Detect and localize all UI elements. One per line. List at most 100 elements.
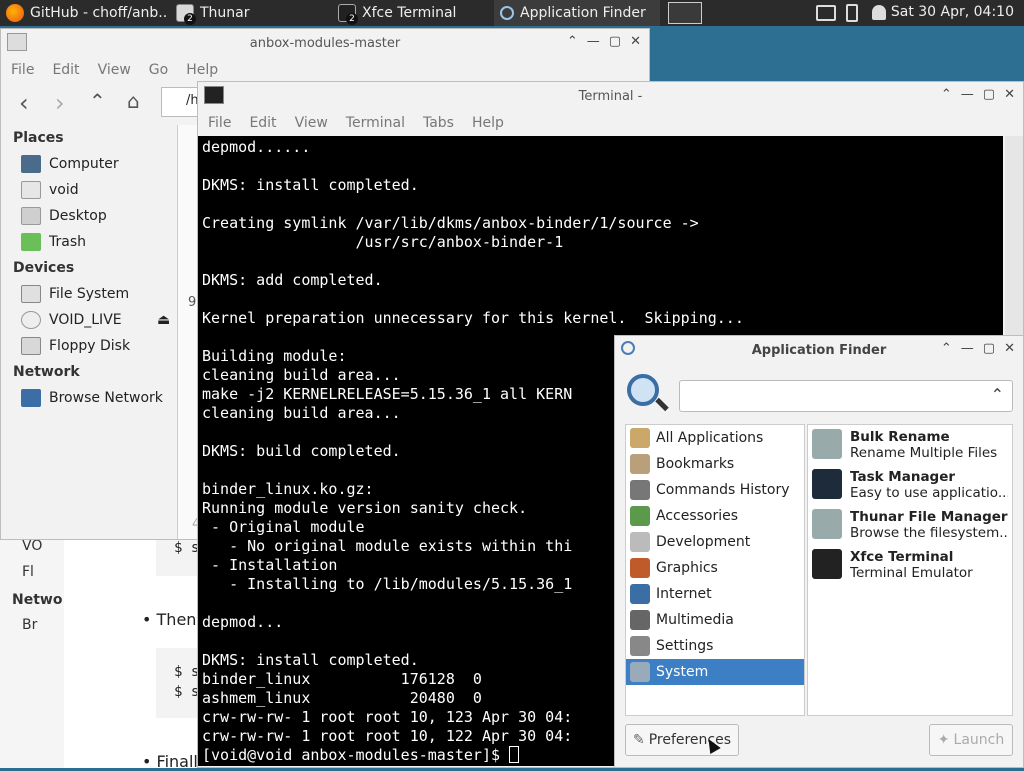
menu-file[interactable]: File [11, 62, 34, 78]
magnifier-icon [625, 372, 669, 416]
preferences-button[interactable]: ✎ Preferences [625, 724, 739, 756]
menu-go[interactable]: Go [149, 62, 168, 78]
sidebar-item-floppy[interactable]: Floppy Disk [1, 333, 177, 359]
category-item[interactable]: Commands History [626, 477, 804, 503]
sidebar-item-void-live[interactable]: VOID_LIVE ⏏ [1, 307, 177, 333]
floppy-icon [21, 337, 41, 355]
terminal-line: Creating symlink /var/lib/dkms/anbox-bin… [202, 214, 699, 232]
menu-help[interactable]: Help [186, 62, 218, 78]
close-icon[interactable]: ✕ [1004, 87, 1015, 102]
firefox-icon [6, 4, 24, 22]
category-item[interactable]: Accessories [626, 503, 804, 529]
search-icon [500, 6, 514, 20]
window-title: anbox-modules-master [249, 35, 401, 51]
sidebar-item-desktop[interactable]: Desktop [1, 203, 177, 229]
forward-icon[interactable]: › [55, 89, 65, 117]
menu-file[interactable]: File [208, 115, 231, 131]
minimize-icon[interactable]: ⌃ [941, 87, 952, 102]
sidebar-item-filesystem[interactable]: File System [1, 281, 177, 307]
appfinder-app-icon [621, 341, 635, 355]
all-apps-icon [630, 428, 650, 448]
sidebar-item-trash[interactable]: Trash [1, 229, 177, 255]
task-terminal[interactable]: 2 Xfce Terminal [332, 0, 492, 26]
maximize-icon[interactable]: — [961, 87, 974, 102]
bg-bullet-then: • Then [142, 610, 197, 629]
back-icon[interactable]: ‹ [19, 89, 29, 117]
terminal-line: DKMS: install completed. [202, 176, 419, 194]
bg-cmd-3: $ s [174, 684, 200, 700]
menu-view[interactable]: View [98, 62, 131, 78]
app-item[interactable]: Bulk Rename Rename Multiple Files [808, 425, 1012, 465]
category-label: Development [656, 534, 751, 550]
category-item[interactable]: System [626, 659, 804, 685]
button-label: Launch [953, 732, 1005, 748]
notification-bell-icon[interactable] [872, 5, 886, 20]
category-list: All Applications Bookmarks Commands Histor… [625, 424, 805, 716]
battery-icon[interactable] [846, 4, 858, 22]
workspace-switcher[interactable] [668, 2, 702, 24]
sidebar-label: Floppy Disk [49, 338, 131, 354]
network-icon[interactable] [816, 5, 836, 21]
restore-icon[interactable]: ▢ [983, 87, 995, 102]
computer-icon [21, 155, 41, 173]
restore-icon[interactable]: ▢ [983, 341, 995, 356]
app-item[interactable]: Task Manager Easy to use applicatio... [808, 465, 1012, 505]
bullet-text: Then [156, 610, 197, 629]
sidebar-item-computer[interactable]: Computer [1, 151, 177, 177]
category-item[interactable]: All Applications [626, 425, 804, 451]
menu-edit[interactable]: Edit [52, 62, 79, 78]
category-label: All Applications [656, 430, 764, 446]
task-firefox[interactable]: GitHub - choff/anb... [0, 0, 168, 26]
menu-tabs[interactable]: Tabs [423, 115, 454, 131]
launch-icon: ✦ [937, 732, 950, 748]
eject-icon[interactable]: ⏏ [157, 312, 170, 328]
minimize-icon[interactable]: ⌃ [567, 34, 578, 49]
category-label: Internet [656, 586, 712, 602]
terminal-line: Kernel preparation unnecessary for this … [202, 309, 744, 327]
restore-icon[interactable]: ▢ [609, 34, 621, 49]
close-icon[interactable]: ✕ [630, 34, 641, 49]
appfinder-titlebar[interactable]: Application Finder ⌃ — ▢ ✕ [615, 336, 1023, 364]
terminal-menubar: File Edit View Terminal Tabs Help [198, 110, 1023, 136]
menu-edit[interactable]: Edit [249, 115, 276, 131]
category-item[interactable]: Settings [626, 633, 804, 659]
menu-help[interactable]: Help [472, 115, 504, 131]
app-name: Task Manager [850, 469, 956, 485]
sidebar-item-void[interactable]: void [1, 177, 177, 203]
sidebar-item-browse-network[interactable]: Browse Network [1, 385, 177, 411]
home-icon[interactable]: ⌂ [127, 89, 140, 113]
multimedia-icon [630, 610, 650, 630]
bullet-text: Finall [156, 752, 198, 771]
task-appfinder[interactable]: Application Finder [494, 0, 660, 26]
category-item[interactable]: Multimedia [626, 607, 804, 633]
maximize-icon[interactable]: — [961, 341, 974, 356]
category-item[interactable]: Development [626, 529, 804, 555]
maximize-icon[interactable]: — [587, 34, 600, 49]
trash-icon [21, 233, 41, 251]
app-item[interactable]: Thunar File Manager Browse the filesystem… [808, 505, 1012, 545]
up-icon[interactable]: ⌃ [89, 89, 106, 113]
bg-cmd-1: $ s [174, 540, 200, 556]
category-label: Graphics [656, 560, 718, 576]
menu-view[interactable]: View [295, 115, 328, 131]
collapse-icon[interactable]: ⌃ [991, 385, 1004, 404]
accessories-icon [630, 506, 650, 526]
bg-cmd-2: $ s [174, 664, 200, 680]
menu-terminal[interactable]: Terminal [346, 115, 405, 131]
terminal-titlebar[interactable]: Terminal - ⌃ — ▢ ✕ [198, 82, 1023, 110]
minimize-icon[interactable]: ⌃ [941, 341, 952, 356]
clock[interactable]: Sat 30 Apr, 04:10 [891, 4, 1014, 20]
launch-button[interactable]: ✦ Launch [929, 724, 1013, 756]
close-icon[interactable]: ✕ [1004, 341, 1015, 356]
thunar-titlebar[interactable]: anbox-modules-master ⌃ — ▢ ✕ [1, 29, 649, 57]
category-item[interactable]: Internet [626, 581, 804, 607]
devices-header: Devices [13, 260, 75, 276]
category-item[interactable]: Graphics [626, 555, 804, 581]
category-item[interactable]: Bookmarks [626, 451, 804, 477]
app-item[interactable]: Xfce Terminal Terminal Emulator [808, 545, 1012, 585]
search-input[interactable]: ⌃ [679, 380, 1013, 412]
xfce-terminal-icon [812, 549, 842, 579]
task-thunar[interactable]: 2 Thunar [170, 0, 330, 26]
